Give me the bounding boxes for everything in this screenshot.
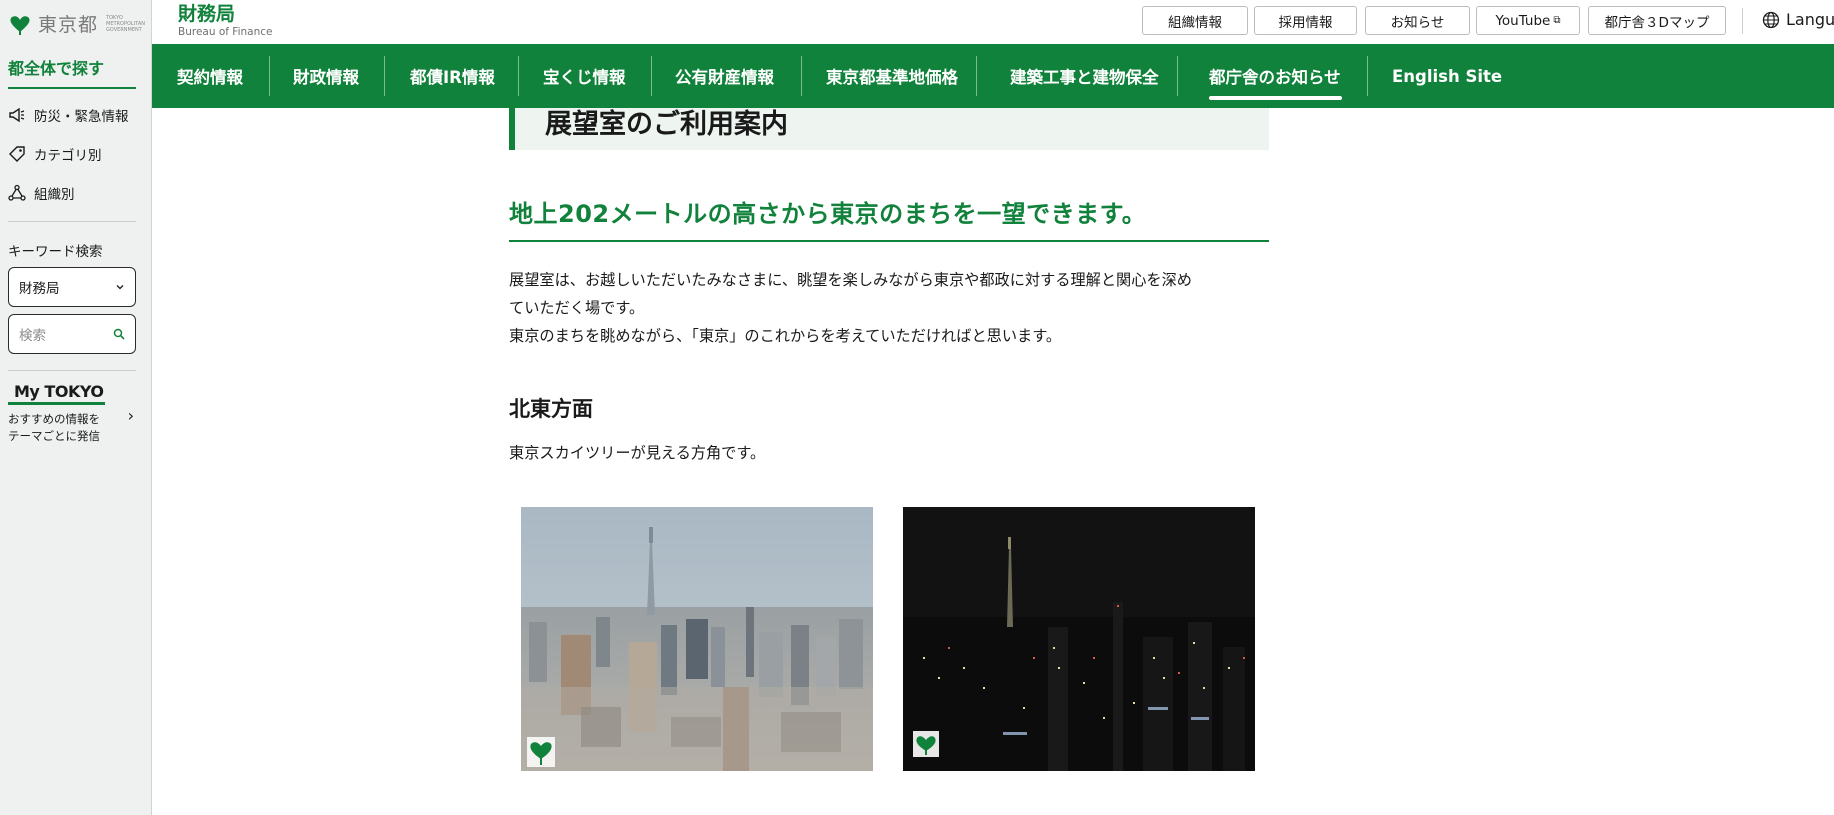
bureau-name: 財務局 <box>178 3 236 25</box>
lead-heading: 地上202メートルの高さから東京のまちを一望できます。 <box>509 194 1269 242</box>
org-info-button[interactable]: 組織情報 <box>1142 6 1248 35</box>
nav-contract[interactable]: 契約情報 <box>177 44 243 108</box>
divider <box>8 221 136 222</box>
nav-divider <box>651 56 652 96</box>
recruit-button[interactable]: 採用情報 <box>1254 6 1357 35</box>
nav-label: 宝くじ情報 <box>543 68 626 87</box>
nav-divider <box>518 56 519 96</box>
nav-label: 財政情報 <box>293 68 359 87</box>
mytokyo-desc-line2: テーマごとに発信 <box>8 429 100 443</box>
mytokyo-logo: My TOKYO <box>8 382 106 405</box>
nav-divider <box>801 56 802 96</box>
search-icon[interactable] <box>113 328 125 340</box>
button-label: 採用情報 <box>1278 14 1333 31</box>
language-button[interactable]: Language <box>1762 10 1834 29</box>
language-label: Language <box>1786 10 1834 29</box>
nav-divider <box>1367 56 1368 96</box>
mytokyo-description: おすすめの情報を テーマごとに発信 <box>8 411 136 445</box>
section-heading: 北東方面 <box>509 397 593 421</box>
nav-lottery[interactable]: 宝くじ情報 <box>543 44 626 108</box>
sidebar: 東京都 TOKYO METROPOLITAN GOVERNMENT 都全体で探す… <box>0 0 152 815</box>
external-link-icon: ⧉ <box>1553 15 1561 26</box>
tag-icon <box>9 146 25 162</box>
sidebar-item-label: 組織別 <box>34 187 75 203</box>
nav-land-price[interactable]: 東京都基準地価格 <box>826 44 958 108</box>
keyword-search-label: キーワード検索 <box>8 244 103 260</box>
page-title-box: 展望室のご利用案内 <box>509 108 1269 150</box>
section-description: 東京スカイツリーが見える方角です。 <box>509 444 766 462</box>
tokyo-logo[interactable]: 東京都 TOKYO METROPOLITAN GOVERNMENT <box>8 10 145 37</box>
logo-text: 東京都 <box>38 14 99 36</box>
ginkgo-logo-icon <box>10 15 30 35</box>
sidebar-item-label: カテゴリ別 <box>34 148 102 164</box>
mytokyo-banner[interactable]: My TOKYO おすすめの情報を テーマごとに発信 › <box>8 382 136 445</box>
nav-label: 公有財産情報 <box>675 68 774 87</box>
intro-line: 展望室は、お越しいただいたみなさまに、眺望を楽しみながら東京や都政に対する理解と… <box>509 271 1192 289</box>
nav-label: 東京都基準地価格 <box>826 68 958 87</box>
night-cityscape-image <box>903 507 1255 771</box>
nav-divider <box>384 56 385 96</box>
nav-label: 建築工事と建物保全 <box>1010 68 1159 87</box>
day-cityscape-image <box>521 507 873 771</box>
divider <box>8 370 136 371</box>
sidebar-item-label: 防災・緊急情報 <box>34 109 129 125</box>
youtube-button[interactable]: YouTube ⧉ <box>1476 6 1580 35</box>
nav-public-property[interactable]: 公有財産情報 <box>675 44 774 108</box>
search-placeholder: 検索 <box>19 328 46 344</box>
northeast-night-photo[interactable] <box>903 507 1255 771</box>
sidebar-item-emergency[interactable]: 防災・緊急情報 <box>8 105 129 125</box>
nav-bond-ir[interactable]: 都債IR情報 <box>410 44 495 108</box>
mytokyo-desc-line1: おすすめの情報を <box>8 412 100 426</box>
chevron-right-icon: › <box>127 406 134 425</box>
globe-icon <box>1762 11 1780 28</box>
nav-label: 契約情報 <box>177 68 243 87</box>
nav-active-indicator <box>1209 96 1342 100</box>
nav-english-site[interactable]: English Site <box>1392 44 1502 108</box>
bureau-select[interactable]: 財務局 <box>8 267 136 307</box>
northeast-day-photo[interactable] <box>521 507 873 771</box>
nav-finance[interactable]: 財政情報 <box>293 44 359 108</box>
chevron-down-icon <box>116 285 124 290</box>
intro-line: ていただく場です。 <box>509 299 645 317</box>
nav-divider <box>1177 56 1178 96</box>
button-label: 都庁舎３Dマップ <box>1604 14 1710 31</box>
search-all-heading: 都全体で探す <box>8 55 136 89</box>
org-chart-icon <box>8 184 26 201</box>
search-input[interactable]: 検索 <box>8 314 136 354</box>
nav-label: English Site <box>1392 66 1503 86</box>
3d-map-button[interactable]: 都庁舎３Dマップ <box>1588 6 1726 35</box>
nav-construction[interactable]: 建築工事と建物保全 <box>1010 44 1159 108</box>
page-title: 展望室のご利用案内 <box>545 109 788 140</box>
button-label: お知らせ <box>1390 14 1445 31</box>
news-button[interactable]: お知らせ <box>1365 6 1470 35</box>
sidebar-item-organization[interactable]: 組織別 <box>8 183 75 203</box>
megaphone-icon <box>9 107 25 123</box>
nav-divider <box>976 56 977 96</box>
bureau-logo[interactable]: 財務局 Bureau of Finance <box>178 3 272 38</box>
logo-subtext: TOKYO METROPOLITAN GOVERNMENT <box>106 14 145 33</box>
nav-divider <box>269 56 270 96</box>
intro-paragraph: 展望室は、お越しいただいたみなさまに、眺望を楽しみながら東京や都政に対する理解と… <box>509 266 1269 350</box>
nav-label: 都債IR情報 <box>410 68 495 87</box>
divider <box>1742 8 1743 34</box>
global-nav: 契約情報 財政情報 都債IR情報 宝くじ情報 公有財産情報 東京都基準地価格 建… <box>152 44 1834 108</box>
button-label: YouTube <box>1495 12 1551 29</box>
intro-line: 東京のまちを眺めながら、「東京」のこれからを考えていただければと思います。 <box>509 327 1062 345</box>
nav-label: 都庁舎のお知らせ <box>1209 68 1341 87</box>
sidebar-item-category[interactable]: カテゴリ別 <box>8 144 102 164</box>
button-label: 組織情報 <box>1168 14 1222 31</box>
bureau-name-en: Bureau of Finance <box>178 26 273 38</box>
bureau-select-value: 財務局 <box>19 281 60 297</box>
header: 財務局 Bureau of Finance <box>152 0 1834 44</box>
